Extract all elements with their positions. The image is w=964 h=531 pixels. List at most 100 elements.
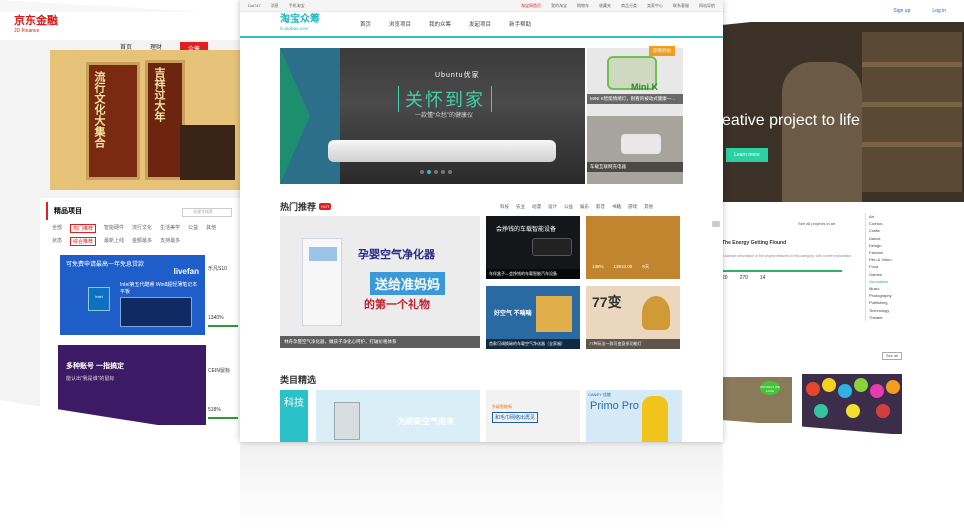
hot-category-filters: 科技 农业 动漫 设计 公益 娱乐 影音 书籍 游戏 其他 [500,204,653,210]
cat-photography[interactable]: Photography [869,292,892,299]
jd-filter-row-2: 状态 综合推荐 最新上线 金额最多 支持最多 [52,237,252,246]
purifier-device-image [334,402,360,440]
wig-head [814,404,828,418]
jd-finance-page: 京东金融 JD Finance 首页 理财 众筹 流行文化大集合 吉祥过大年 精… [0,0,252,440]
cat-film[interactable]: Film & Video [869,256,892,263]
scroll-arrow-icon[interactable] [712,221,720,227]
cat-journalism[interactable]: Journalism [869,278,892,285]
jd-filter-life[interactable]: 生活美学 [160,224,180,233]
filter-anime[interactable]: 动漫 [532,204,541,210]
jd-filter-hw[interactable]: 智能硬件 [104,224,124,233]
carousel-dot-active[interactable] [427,170,431,174]
cp-nav-help[interactable]: 新手帮助 [509,20,531,28]
jd-sort-newest[interactable]: 最新上线 [104,237,124,246]
cat-music[interactable]: Music [869,285,892,292]
shelf-row [862,102,962,107]
wig-head [854,378,868,392]
filter-ent[interactable]: 娱乐 [580,204,589,210]
cp-link-fav[interactable]: 收藏夹 [599,3,611,9]
hot-project-tile-2[interactable]: 138% 13810.00 8天 [586,216,680,279]
side-promo-2[interactable]: 车载互联网充电器 [587,116,683,184]
jd-sort-support[interactable]: 支持最多 [160,237,180,246]
big-caption: 林舟孕婴空气净化器，做孩子净化心呵护，打破价格体系 [280,336,480,348]
jd-filter-other[interactable]: 其他 [206,224,216,233]
cat-dance[interactable]: Dance [869,235,892,242]
filter-games[interactable]: 游戏 [628,204,637,210]
category-tech-tab[interactable]: 科技 [280,390,308,442]
login-link[interactable]: Log in [932,8,946,18]
cp-link-category[interactable]: 商品分类 [621,3,637,9]
rp-mini-label[interactable]: See all projects in art [798,221,835,226]
jd-filter-culture[interactable]: 流行文化 [132,224,152,233]
jd-sort-recommend[interactable]: 综合推荐 [70,237,97,246]
cp-mobile[interactable]: 手机淘宝 [289,3,305,9]
jd-sort-amount[interactable]: 金额最多 [132,237,152,246]
carousel-dot[interactable] [441,170,445,174]
filter-agri[interactable]: 农业 [516,204,525,210]
cp-link-sitemap[interactable]: 网站导航 [699,3,715,9]
hot-project-tile-3[interactable]: 好空气 不喘喘 首款可调换碳的车载空气净化器（全家福） [486,286,580,349]
rp-project-desc: A sample description of the project feat… [722,254,853,258]
cat-art[interactable]: Art [869,213,892,220]
jd-project-card-2[interactable]: 多种账号 一指搞定 能认出“我是谁”的鼠标 [58,345,206,425]
car-device-image [532,238,572,256]
filter-media[interactable]: 影音 [596,204,605,210]
cat-design[interactable]: Design [869,242,892,249]
cp-link-mytaobao[interactable]: 我的淘宝 [551,3,567,9]
filter-other[interactable]: 其他 [644,204,653,210]
cp-link-home[interactable]: 淘宝网首页 [521,3,541,9]
hot-project-tile-4[interactable]: 77变 77种玩法一款可变身多功能灯 [586,286,680,349]
cp-username[interactable]: Dai747 [248,3,261,9]
jd-filter-hot[interactable]: 热门推荐 [70,224,97,233]
carousel-dot[interactable] [434,170,438,174]
hot-project-tile-1[interactable]: 会挣钱的车载智能设备 车伴盒子—会挣钱的车载智能汽车设备 [486,216,580,279]
category-tile-2[interactable]: 升级智能新 和毛巾网络出再见 [486,390,580,442]
carousel-dot[interactable] [420,170,424,174]
cp-messages[interactable]: 消息 [271,3,279,9]
filter-design[interactable]: 设计 [548,204,557,210]
cat-publishing[interactable]: Publishing [869,299,892,306]
taobao-zhongchou-logo[interactable]: 淘宝众筹 hi.taobao.com [280,15,320,33]
cat3-text: Primo Pro [590,400,639,412]
cp-nav-home[interactable]: 首页 [360,20,371,28]
crowdfund-en-page: Sign up Log in eative project to life Le… [722,0,964,440]
big-line-3: 的第一个礼物 [364,299,430,311]
filter-tech[interactable]: 科技 [500,204,509,210]
cat-theater[interactable]: Theater [869,314,892,321]
category-tile-3[interactable]: CANEY 佳能 Primo Pro [586,390,682,442]
see-all-button[interactable]: See all [882,352,902,360]
tile2-amount: 13810.00 [613,264,633,269]
jd-project-card-1[interactable]: 可免费申请最高一年免息贷款 livefan Intel第五代酷睿 Win8超轻薄… [60,255,205,335]
jd-search-input[interactable]: 关键字搜索 [182,208,232,217]
rp-project-thumb-1[interactable]: PROJECT WE LOVE [722,377,792,423]
rp-featured-project[interactable]: The Energy Getting Flound A sample descr… [722,238,857,281]
cat-comics[interactable]: Comics [869,220,892,227]
cp-nav-mine[interactable]: 我的众筹 [429,20,451,28]
cp-topbar: Dai747 消息 手机淘宝 淘宝网首页 我的淘宝 购物车 收藏夹 商品分类 卖… [240,0,723,12]
filter-books[interactable]: 书籍 [612,204,621,210]
cp-link-cart[interactable]: 购物车 [577,3,589,9]
cp-link-seller[interactable]: 卖家中心 [647,3,663,9]
cat-crafts[interactable]: Crafts [869,227,892,234]
cp-nav-launch[interactable]: 发起项目 [469,20,491,28]
cat-games[interactable]: Games [869,271,892,278]
cat-technology[interactable]: Technology [869,307,892,314]
cp-hero-carousel[interactable]: Ubuntu优家 关怀到家 一款懂“众愁”的健康仪 [280,48,585,184]
cat-food[interactable]: Food [869,263,892,270]
learn-more-button[interactable]: Learn more [726,148,768,162]
signup-link[interactable]: Sign up [893,8,910,18]
cp-nav-browse[interactable]: 浏览项目 [389,20,411,28]
jd-scroll-text-2: 吉祥过大年 [153,67,165,122]
filter-charity[interactable]: 公益 [564,204,573,210]
jd-filter-charity[interactable]: 公益 [188,224,198,233]
cp-link-service[interactable]: 联系客服 [673,3,689,9]
carousel-dot[interactable] [448,170,452,174]
category-tile-1[interactable]: 为刷新空气而来 [316,390,480,442]
rp-project-thumb-2[interactable] [802,374,902,434]
rp-hero-headline: eative project to life [722,112,860,129]
side-promo-1-caption: MINI K智能情绪灯，耐看的被动式健康一... [587,94,683,104]
jd-logo[interactable]: 京东金融 JD Finance [14,16,58,36]
cat-fashion[interactable]: Fashion [869,249,892,256]
side-promo-1[interactable]: Mini K MINI K智能情绪灯，耐看的被动式健康一... [587,48,683,116]
hot-project-large[interactable]: 孕婴空气净化器 送给准妈妈 的第一个礼物 林舟孕婴空气净化器，做孩子净化心呵护，… [280,216,480,348]
